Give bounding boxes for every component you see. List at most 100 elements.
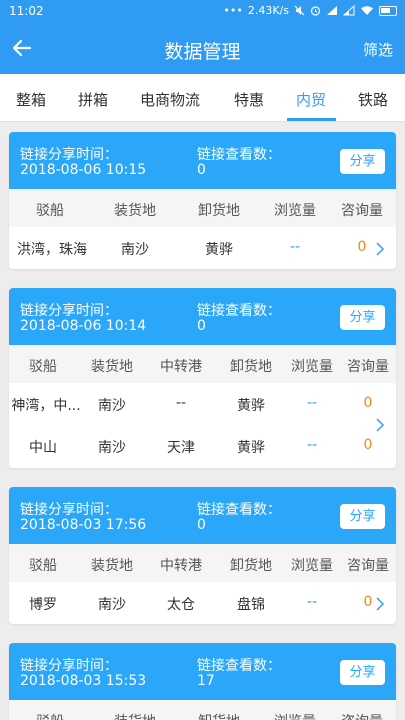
table-cell: 博罗 — [29, 597, 57, 613]
inquiry-count-cell: 0 — [357, 239, 367, 255]
table-row: 中山 南沙 天津 黄骅 -- 0 — [9, 425, 396, 467]
table-cell: 天津 — [167, 440, 195, 456]
share-time-value: 2018-08-06 10:15 — [20, 162, 147, 178]
table-cell: 中山 — [29, 440, 57, 456]
inquiry-count-cell: 0 — [363, 395, 373, 411]
column-header: 浏览量 — [274, 711, 316, 720]
share-record-card[interactable]: 链接分享时间： 2018-08-03 15:53 链接查看数： 17 分享 驳船… — [9, 643, 396, 720]
share-button[interactable]: 分享 — [340, 660, 385, 685]
chevron-right-icon[interactable] — [375, 418, 385, 432]
table-header: 驳船 装货地 卸货地 浏览量 咨询量 — [9, 700, 396, 720]
column-header: 装货地 — [114, 203, 156, 219]
column-header: 浏览量 — [291, 359, 333, 375]
column-header: 装货地 — [91, 359, 133, 375]
tab-domestic-trade[interactable]: 内贸 — [296, 89, 326, 110]
signal-2-icon — [343, 5, 355, 16]
tab-full-container[interactable]: 整箱 — [16, 89, 46, 110]
column-header: 咨询量 — [347, 359, 389, 375]
column-header: 驳船 — [29, 558, 57, 574]
filter-button[interactable]: 筛选 — [363, 39, 393, 60]
table-cell: 黄骅 — [237, 398, 265, 414]
column-header: 卸货地 — [198, 711, 240, 720]
page-title: 数据管理 — [164, 41, 241, 63]
table-row: 博罗 南沙 太仓 盘锦 -- 0 — [9, 582, 396, 624]
share-button[interactable]: 分享 — [340, 149, 385, 174]
category-tabs: 整箱 拼箱 电商物流 特惠 内贸 铁路 — [0, 74, 405, 122]
column-header: 咨询量 — [347, 558, 389, 574]
table-cell: 神湾，中... — [11, 398, 81, 414]
column-header: 卸货地 — [198, 203, 240, 219]
table-cell: 南沙 — [98, 597, 126, 613]
table-row: 洪湾，珠海 南沙 黄骅 -- 0 — [9, 227, 396, 269]
chevron-right-icon[interactable] — [375, 242, 385, 256]
view-count-label: 链接查看数： — [197, 502, 281, 518]
view-count-label: 链接查看数： — [197, 147, 281, 163]
share-button[interactable]: 分享 — [340, 305, 385, 330]
view-count-cell: -- — [306, 594, 318, 610]
column-header: 咨询量 — [341, 203, 383, 219]
table-row: 神湾，中... 南沙 -- 黄骅 -- 0 — [9, 383, 396, 425]
table-cell: 南沙 — [121, 242, 149, 258]
table-cell: 盘锦 — [237, 597, 265, 613]
view-count-cell: -- — [306, 437, 318, 453]
share-record-card[interactable]: 链接分享时间： 2018-08-06 10:14 链接查看数： 0 分享 驳船 … — [9, 288, 396, 468]
more-dots-icon: ••• — [223, 4, 243, 17]
column-header: 浏览量 — [274, 203, 316, 219]
network-speed: 2.43K/s — [247, 4, 289, 17]
view-count-value: 17 — [197, 673, 215, 689]
app-header: 数据管理 筛选 — [0, 24, 405, 74]
table-cell: 太仓 — [167, 597, 195, 613]
signal-icon — [327, 6, 337, 15]
share-time-label: 链接分享时间： — [20, 658, 118, 674]
column-header: 驳船 — [29, 359, 57, 375]
chevron-right-icon[interactable] — [375, 597, 385, 611]
card-header: 链接分享时间： 2018-08-06 10:14 链接查看数： 0 分享 — [9, 288, 396, 345]
battery-icon — [379, 5, 397, 16]
card-header: 链接分享时间： 2018-08-03 17:56 链接查看数： 0 分享 — [9, 487, 396, 544]
mute-icon — [294, 5, 305, 16]
tab-lcl[interactable]: 拼箱 — [78, 89, 108, 110]
column-header: 驳船 — [36, 203, 64, 219]
status-icons: ••• 2.43K/s — [223, 4, 397, 17]
table-cell: 南沙 — [98, 398, 126, 414]
share-time-value: 2018-08-03 15:53 — [20, 673, 147, 689]
share-time-value: 2018-08-06 10:14 — [20, 318, 147, 334]
table-cell: 洪湾，珠海 — [17, 242, 87, 258]
view-count-cell: -- — [289, 239, 301, 255]
column-header: 驳船 — [36, 711, 64, 720]
column-header: 咨询量 — [341, 711, 383, 720]
column-header: 中转港 — [160, 558, 202, 574]
status-time: 11:02 — [9, 4, 44, 18]
status-bar: 11:02 ••• 2.43K/s — [0, 0, 405, 24]
card-header: 链接分享时间： 2018-08-03 15:53 链接查看数： 17 分享 — [9, 643, 396, 700]
share-button[interactable]: 分享 — [340, 504, 385, 529]
table-cell: 南沙 — [98, 440, 126, 456]
view-count-cell: -- — [306, 395, 318, 411]
share-time-label: 链接分享时间： — [20, 147, 118, 163]
inquiry-count-cell: 0 — [363, 437, 373, 453]
view-count-value: 0 — [197, 517, 206, 533]
share-record-card[interactable]: 链接分享时间： 2018-08-03 17:56 链接查看数： 0 分享 驳船 … — [9, 487, 396, 624]
table-cell: 黄骅 — [205, 242, 233, 258]
column-header: 装货地 — [91, 558, 133, 574]
column-header: 卸货地 — [230, 359, 272, 375]
share-record-card[interactable]: 链接分享时间： 2018-08-06 10:15 链接查看数： 0 分享 驳船 … — [9, 132, 396, 269]
view-count-value: 0 — [197, 162, 206, 178]
table-cell: 黄骅 — [237, 440, 265, 456]
tab-railway[interactable]: 铁路 — [358, 89, 388, 110]
view-count-value: 0 — [197, 318, 206, 334]
table-cell: -- — [175, 395, 187, 411]
tab-ecommerce-logistics[interactable]: 电商物流 — [140, 89, 200, 110]
column-header: 中转港 — [160, 359, 202, 375]
table-header: 驳船 装货地 中转港 卸货地 浏览量 咨询量 — [9, 345, 396, 383]
tab-special-offer[interactable]: 特惠 — [234, 89, 264, 110]
share-time-label: 链接分享时间： — [20, 303, 118, 319]
table-header: 驳船 装货地 中转港 卸货地 浏览量 咨询量 — [9, 544, 396, 582]
column-header: 卸货地 — [230, 558, 272, 574]
share-time-value: 2018-08-03 17:56 — [20, 517, 147, 533]
inquiry-count-cell: 0 — [363, 594, 373, 610]
column-header: 装货地 — [114, 711, 156, 720]
table-header: 驳船 装货地 卸货地 浏览量 咨询量 — [9, 189, 396, 227]
active-tab-indicator — [287, 118, 336, 121]
alarm-icon — [310, 6, 321, 16]
